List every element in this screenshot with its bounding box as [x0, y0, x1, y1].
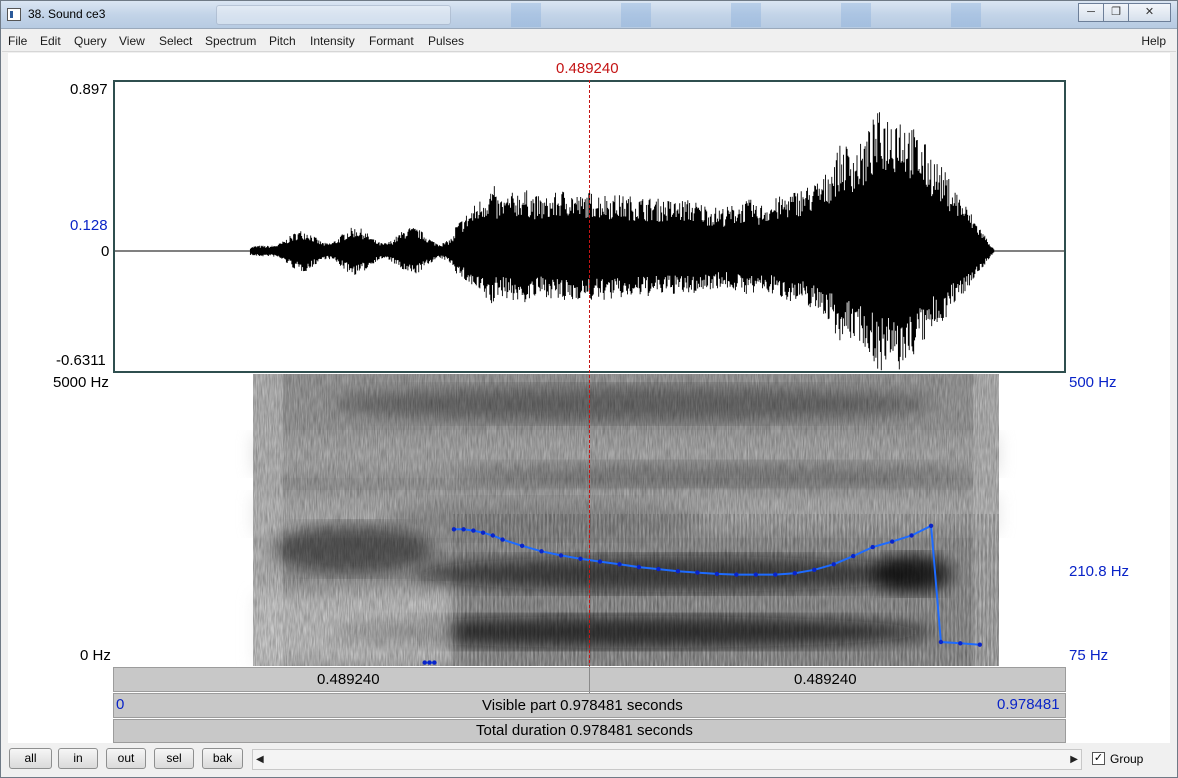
segment-bar: 0.489240 0.489240: [113, 667, 1066, 692]
praat-sound-editor-window: 38. Sound ce3 ─ ❐ ✕ File Edit Query View…: [0, 0, 1178, 778]
minimize-icon[interactable]: ─: [1078, 3, 1104, 22]
zoom-out-button[interactable]: out: [106, 748, 146, 769]
cursor-line-layer: [588, 80, 590, 693]
menu-file[interactable]: File: [8, 34, 27, 48]
time-scrollbar[interactable]: ◀ ▶: [252, 749, 1082, 770]
bottom-toolbar: all in out sel bak ◀ ▶ ✓ Group: [2, 744, 1176, 776]
menu-bar: File Edit Query View Select Spectrum Pit…: [2, 30, 1176, 52]
total-duration-label: Total duration 0.978481 seconds: [476, 722, 693, 739]
title-bar-background: [216, 5, 451, 25]
menu-edit[interactable]: Edit: [40, 34, 61, 48]
menu-view[interactable]: View: [119, 34, 145, 48]
segment-right-label: 0.489240: [794, 671, 857, 688]
window-controls: ─ ❐ ✕: [1078, 3, 1171, 22]
segment-right[interactable]: 0.489240: [591, 668, 1065, 691]
segment-left[interactable]: 0.489240: [114, 668, 590, 691]
visible-start-label: 0: [116, 696, 125, 713]
zoom-in-button[interactable]: in: [58, 748, 98, 769]
menu-query[interactable]: Query: [74, 34, 107, 48]
window-title: 38. Sound ce3: [28, 7, 106, 21]
menu-select[interactable]: Select: [159, 34, 192, 48]
group-label: Group: [1110, 752, 1144, 766]
total-duration-bar[interactable]: Total duration 0.978481 seconds: [113, 719, 1066, 743]
editor-canvas[interactable]: 0.489240 0.897 0.128 0 -0.6311 5000 Hz 0…: [8, 53, 1170, 743]
scroll-left-icon[interactable]: ◀: [256, 754, 264, 765]
maximize-icon[interactable]: ❐: [1103, 3, 1129, 22]
menu-help[interactable]: Help: [1141, 34, 1166, 48]
zoom-back-button[interactable]: bak: [202, 748, 243, 769]
title-bar-background-icons: [471, 3, 1051, 27]
segment-left-label: 0.489240: [317, 671, 380, 688]
app-icon: [7, 8, 21, 21]
menu-pulses[interactable]: Pulses: [428, 34, 464, 48]
close-icon[interactable]: ✕: [1128, 3, 1171, 22]
visible-part-bar[interactable]: Visible part 0.978481 seconds: [113, 693, 1066, 718]
zoom-sel-button[interactable]: sel: [154, 748, 194, 769]
visible-end-label: 0.978481: [997, 696, 1060, 713]
scroll-right-icon[interactable]: ▶: [1070, 754, 1078, 765]
group-checkbox[interactable]: ✓: [1092, 752, 1105, 765]
menu-formant[interactable]: Formant: [369, 34, 414, 48]
zoom-all-button[interactable]: all: [9, 748, 52, 769]
visible-part-label: Visible part 0.978481 seconds: [482, 697, 683, 714]
menu-intensity[interactable]: Intensity: [310, 34, 355, 48]
menu-pitch[interactable]: Pitch: [269, 34, 296, 48]
title-bar: 38. Sound ce3 ─ ❐ ✕: [1, 1, 1177, 29]
menu-spectrum[interactable]: Spectrum: [205, 34, 256, 48]
